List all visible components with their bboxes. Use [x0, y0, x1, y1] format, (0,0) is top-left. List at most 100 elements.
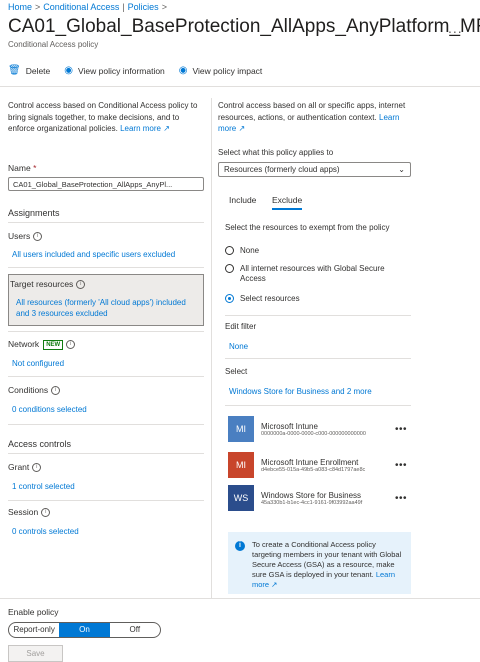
- view-policy-impact-button[interactable]: ◉ View policy impact: [179, 65, 263, 76]
- info-icon[interactable]: i: [41, 508, 51, 518]
- learn-more-link[interactable]: Learn more ↗: [120, 124, 170, 133]
- applies-to-dropdown[interactable]: Resources (formerly cloud apps) ⌄: [218, 162, 411, 177]
- radio-circle: [225, 264, 234, 273]
- resource-name: Microsoft Intune Enrollment: [261, 457, 359, 467]
- right-description-text: Control access based on all or specific …: [218, 101, 406, 122]
- more-options-button[interactable]: ...: [448, 20, 463, 36]
- toggle-on[interactable]: On: [59, 623, 110, 637]
- grant-link[interactable]: 1 control selected: [12, 482, 75, 491]
- divider: [8, 222, 204, 223]
- radio-all-internet[interactable]: All internet resources with Global Secur…: [225, 264, 405, 284]
- radio-none[interactable]: None: [225, 246, 259, 256]
- policy-name-input[interactable]: CA01_Global_BaseProtection_AllApps_AnyPl…: [8, 177, 204, 191]
- info-icon[interactable]: i: [66, 340, 76, 350]
- enable-policy-toggle: Report-only On Off: [8, 622, 161, 638]
- divider: [225, 405, 411, 406]
- page-title: CA01_Global_BaseProtection_AllApps_AnyPl…: [8, 16, 480, 37]
- access-controls-header: Access controls: [8, 439, 72, 449]
- divider: [8, 453, 204, 454]
- toggle-report-only[interactable]: Report-only: [9, 623, 59, 637]
- conditions-link[interactable]: 0 conditions selected: [12, 405, 87, 414]
- info-icon: i: [235, 541, 245, 551]
- target-resources-label: Target resources i: [10, 279, 86, 290]
- info-icon[interactable]: i: [51, 386, 61, 396]
- page-subtitle: Conditional Access policy: [8, 40, 99, 49]
- network-label: Network NEW i: [8, 339, 76, 350]
- breadcrumb: Home > Conditional Access | Policies >: [8, 2, 167, 12]
- trash-icon: 🗑: [8, 65, 21, 76]
- radio-select-label: Select resources: [240, 294, 300, 303]
- resource-name: Windows Store for Business: [261, 490, 362, 500]
- divider: [8, 331, 204, 332]
- users-selection-link[interactable]: All users included and specific users ex…: [12, 250, 175, 259]
- chevron-down-icon: ⌄: [398, 165, 405, 174]
- more-options-icon[interactable]: •••: [395, 460, 407, 471]
- radio-none-label: None: [240, 246, 260, 255]
- divider: [225, 358, 411, 359]
- divider: [8, 500, 204, 501]
- view-policy-info-button[interactable]: ◉ View policy information: [64, 65, 165, 76]
- tab-exclude[interactable]: Exclude: [272, 195, 303, 210]
- app-icon: WS: [228, 485, 254, 511]
- users-label: Users i: [8, 231, 43, 242]
- radio-circle-selected: [225, 294, 234, 303]
- session-link[interactable]: 0 controls selected: [12, 527, 79, 536]
- select-label: Select: [225, 367, 248, 376]
- delete-label: Delete: [25, 65, 51, 76]
- view-info-label: View policy information: [78, 65, 165, 76]
- divider: [8, 424, 204, 425]
- toggle-off[interactable]: Off: [110, 623, 160, 637]
- new-badge: NEW: [43, 339, 64, 350]
- network-link[interactable]: Not configured: [12, 359, 64, 368]
- breadcrumb-conditional-access[interactable]: Conditional Access: [43, 2, 119, 12]
- breadcrumb-policies[interactable]: Policies: [128, 2, 159, 12]
- edit-filter-label: Edit filter: [225, 322, 257, 331]
- resource-name: Microsoft Intune: [261, 421, 318, 431]
- footer-divider: [0, 598, 480, 599]
- save-button[interactable]: Save: [8, 645, 63, 662]
- resource-id: 0000000a-0000-0000-c000-000000000000: [261, 430, 366, 437]
- resource-item-intune: MI Microsoft Intune 0000000a-0000-0000-c0…: [228, 416, 410, 442]
- column-divider: [211, 98, 212, 598]
- resource-item-intune-enrollment: MI Microsoft Intune Enrollment d4ebce55-0…: [228, 452, 410, 478]
- more-options-icon[interactable]: •••: [395, 424, 407, 435]
- left-description: Control access based on Conditional Acce…: [8, 100, 203, 135]
- app-icon: MI: [228, 452, 254, 478]
- enable-policy-label: Enable policy: [8, 607, 59, 617]
- applies-to-label: Select what this policy applies to: [218, 148, 334, 157]
- grant-label: Grant i: [8, 462, 42, 473]
- info-icon[interactable]: i: [76, 280, 86, 290]
- resource-id: d4ebce55-015a-49b5-a083-c84d1797ae8c: [261, 466, 366, 473]
- breadcrumb-home[interactable]: Home: [8, 2, 32, 12]
- name-label: Name *: [8, 163, 37, 173]
- required-marker: *: [33, 163, 37, 173]
- divider: [8, 267, 204, 268]
- radio-select-resources[interactable]: Select resources: [225, 294, 300, 304]
- toolbar: 🗑 Delete ◉ View policy information ◉ View p…: [8, 65, 262, 76]
- radio-internet-label: All internet resources with Global Secur…: [240, 264, 385, 283]
- select-resources-link[interactable]: Windows Store for Business and 2 more: [229, 387, 372, 396]
- resource-item-windows-store: WS Windows Store for Business 45a330b1-b1…: [228, 485, 410, 511]
- target-resources-link[interactable]: All resources (formerly 'All cloud apps'…: [16, 297, 196, 319]
- applies-to-value: Resources (formerly cloud apps): [224, 165, 340, 174]
- more-options-icon[interactable]: •••: [395, 493, 407, 504]
- exempt-label: Select the resources to exempt from the …: [225, 223, 390, 232]
- delete-button[interactable]: 🗑 Delete: [8, 65, 50, 76]
- session-label: Session i: [8, 507, 51, 518]
- gsa-info-banner: i To create a Conditional Access policy …: [228, 532, 411, 594]
- divider: [8, 376, 204, 377]
- right-description: Control access based on all or specific …: [218, 100, 413, 135]
- tab-include[interactable]: Include: [229, 195, 256, 205]
- conditions-label: Conditions i: [8, 385, 61, 396]
- info-icon[interactable]: i: [33, 232, 43, 242]
- edit-filter-link[interactable]: None: [229, 342, 248, 351]
- info-icon[interactable]: i: [32, 463, 42, 473]
- eye-icon: ◉: [64, 65, 74, 76]
- radio-circle: [225, 246, 234, 255]
- eye-icon: ◉: [178, 65, 188, 76]
- assignments-header: Assignments: [8, 208, 60, 218]
- view-impact-label: View policy impact: [192, 65, 263, 76]
- resource-id: 45a330b1-b1ec-4cc1-9161-9f03992aa49f: [261, 499, 363, 506]
- divider: [225, 315, 411, 316]
- toolbar-divider: [0, 86, 480, 87]
